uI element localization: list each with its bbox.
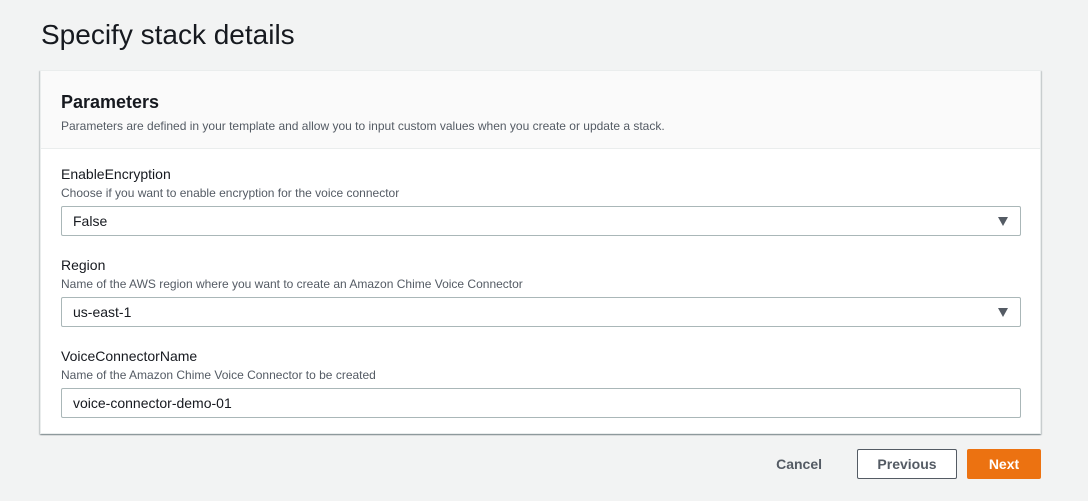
select-value: us-east-1 [73,304,132,320]
field-description: Name of the AWS region where you want to… [61,277,523,291]
field-voice-connector-name: VoiceConnectorName Name of the Amazon Ch… [61,347,1021,418]
previous-button[interactable]: Previous [857,449,957,479]
select-value: False [73,213,108,229]
parameters-panel: Parameters Parameters are defined in you… [40,70,1041,434]
field-label: Region [61,257,106,273]
voice-connector-name-input[interactable] [61,388,1021,418]
field-description: Name of the Amazon Chime Voice Connector… [61,368,376,382]
caret-down-icon [998,217,1008,226]
field-description: Choose if you want to enable encryption … [61,186,400,200]
parameters-body: EnableEncryption Choose if you want to e… [41,149,1040,418]
wizard-footer: Cancel Previous Next [756,449,1041,479]
parameters-title: Parameters [61,92,160,112]
next-button[interactable]: Next [967,449,1041,479]
parameters-header: Parameters Parameters are defined in you… [41,71,1040,149]
field-region: Region Name of the AWS region where you … [61,256,1021,327]
enable-encryption-select[interactable]: False [61,206,1021,236]
caret-down-icon [998,308,1008,317]
field-label: VoiceConnectorName [61,348,198,364]
region-select[interactable]: us-east-1 [61,297,1021,327]
parameters-description: Parameters are defined in your template … [61,119,665,133]
field-enable-encryption: EnableEncryption Choose if you want to e… [61,165,1021,236]
page-title: Specify stack details [41,19,295,50]
cancel-button[interactable]: Cancel [756,449,842,479]
field-label: EnableEncryption [61,166,171,182]
